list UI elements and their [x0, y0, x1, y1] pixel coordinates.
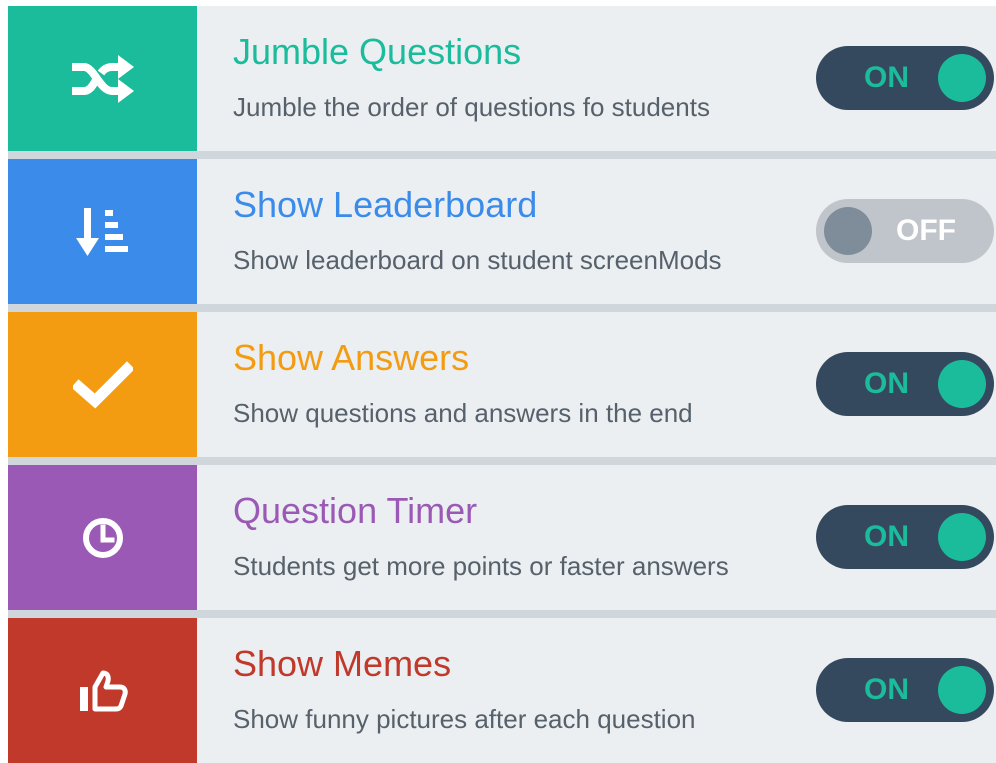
- toggle-state-label: ON: [864, 520, 909, 553]
- leaderboard-icon-block: [8, 159, 197, 304]
- toggle-knob: [938, 666, 986, 714]
- toggle-state-label: ON: [864, 367, 909, 400]
- shuffle-icon-block: [8, 6, 197, 151]
- setting-title: Question Timer: [233, 490, 478, 531]
- row-divider: [8, 610, 996, 618]
- setting-title: Jumble Questions: [233, 31, 522, 72]
- setting-description: Students get more points or faster answe…: [233, 551, 729, 581]
- sort-descending-icon: [75, 207, 128, 256]
- show-leaderboard-toggle[interactable]: OFF: [816, 199, 994, 263]
- toggle-state-label: ON: [864, 61, 909, 94]
- toggle-state-label: OFF: [896, 214, 956, 247]
- checkmark-icon: [72, 360, 133, 409]
- setting-description: Show funny pictures after each question: [233, 704, 696, 734]
- show-memes-toggle[interactable]: ON: [816, 658, 994, 722]
- setting-row-show-memes: Show Memes Show funny pictures after eac…: [8, 618, 996, 763]
- setting-row-show-leaderboard: Show Leaderboard Show leaderboard on stu…: [8, 159, 996, 304]
- row-divider: [8, 304, 996, 312]
- clock-icon: [82, 517, 123, 558]
- setting-title: Show Leaderboard: [233, 184, 538, 225]
- toggle-knob: [824, 207, 872, 255]
- toggle-knob: [938, 513, 986, 561]
- setting-row-jumble-questions: Jumble Questions Jumble the order of que…: [8, 6, 996, 151]
- setting-description: Jumble the order of questions fo student…: [233, 92, 710, 122]
- toggle-knob: [938, 360, 986, 408]
- show-answers-toggle[interactable]: ON: [816, 352, 994, 416]
- setting-row-show-answers: Show Answers Show questions and answers …: [8, 312, 996, 457]
- question-timer-toggle[interactable]: ON: [816, 505, 994, 569]
- quiz-settings-panel: Jumble Questions Jumble the order of que…: [0, 0, 996, 763]
- setting-title: Show Memes: [233, 643, 452, 684]
- memes-icon-block: [8, 618, 197, 763]
- answers-icon-block: [8, 312, 197, 457]
- row-divider: [8, 457, 996, 465]
- thumbs-up-icon: [79, 670, 128, 711]
- toggle-state-label: ON: [864, 673, 909, 706]
- timer-icon-block: [8, 465, 197, 610]
- setting-row-question-timer: Question Timer Students get more points …: [8, 465, 996, 610]
- jumble-questions-toggle[interactable]: ON: [816, 46, 994, 110]
- row-divider: [8, 151, 996, 159]
- toggle-knob: [938, 54, 986, 102]
- setting-title: Show Answers: [233, 337, 470, 378]
- setting-description: Show questions and answers in the end: [233, 398, 693, 428]
- shuffle-icon: [71, 54, 134, 103]
- setting-description: Show leaderboard on student screenMods: [233, 245, 722, 275]
